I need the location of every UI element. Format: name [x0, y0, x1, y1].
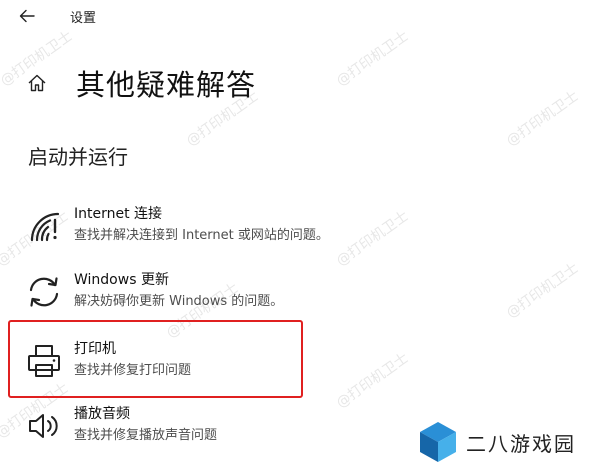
page-title: 其他疑难解答 [76, 68, 257, 102]
item-name: 播放音频 [74, 406, 130, 422]
title-bar: 设置 [0, 0, 600, 36]
item-name: Internet 连接 [74, 206, 163, 222]
item-description: 查找并修复播放声音问题 [74, 428, 218, 443]
troubleshooter-windows-update[interactable]: Windows 更新 解决妨碍你更新 Windows 的问题。 [22, 270, 442, 322]
section-title: 启动并运行 [28, 145, 128, 169]
home-icon[interactable] [26, 72, 48, 94]
troubleshooter-internet-connection[interactable]: Internet 连接 查找并解决连接到 Internet 或网站的问题。 [22, 204, 442, 256]
watermark: @打印机卫士 [503, 260, 582, 322]
highlight-box [8, 320, 303, 398]
speaker-icon [22, 404, 66, 448]
page-header: 其他疑难解答 [26, 62, 256, 104]
site-logo: 二八游戏园 [418, 420, 576, 464]
refresh-icon [22, 270, 66, 314]
cube-logo-icon [420, 422, 456, 462]
watermark: @打印机卫士 [503, 88, 582, 150]
item-name: Windows 更新 [74, 272, 169, 288]
logo-text: 二八游戏园 [466, 431, 576, 456]
item-description: 查找并解决连接到 Internet 或网站的问题。 [74, 228, 329, 243]
wifi-warning-icon [22, 204, 66, 248]
app-title: 设置 [70, 11, 97, 26]
item-description: 解决妨碍你更新 Windows 的问题。 [74, 294, 284, 309]
troubleshooter-playing-audio[interactable]: 播放音频 查找并修复播放声音问题 [22, 404, 442, 456]
back-button[interactable] [14, 4, 40, 28]
back-arrow-icon [19, 9, 35, 23]
